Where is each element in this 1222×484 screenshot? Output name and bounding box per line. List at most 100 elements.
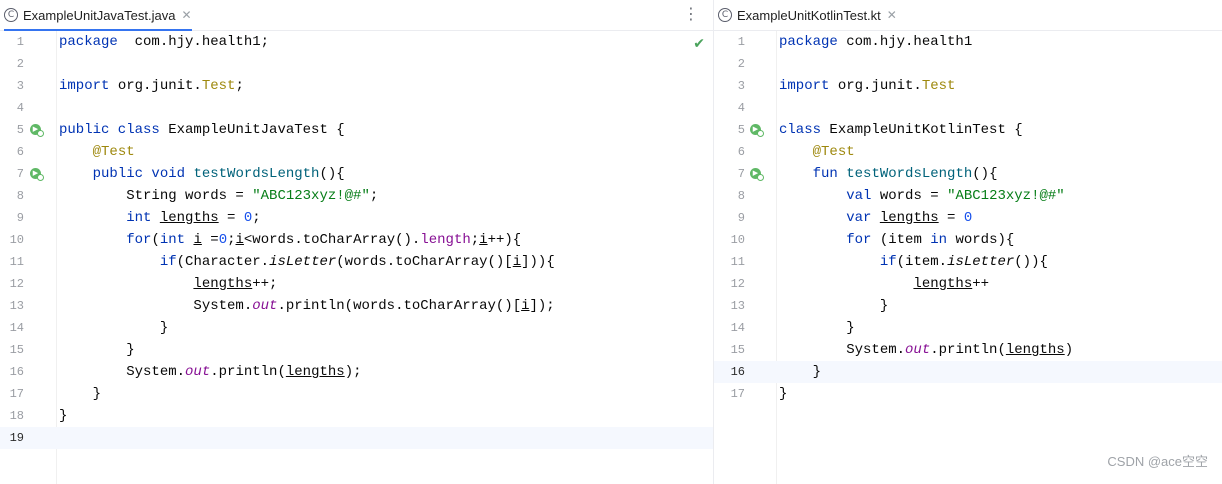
- line-number[interactable]: 4: [721, 97, 745, 119]
- code-line[interactable]: 7 ▶ fun testWordsLength(){: [714, 163, 1222, 185]
- code-text[interactable]: import org.junit.Test: [779, 75, 955, 97]
- code-text[interactable]: if(item.isLetter()){: [779, 251, 1048, 273]
- code-text[interactable]: }: [59, 383, 101, 405]
- code-line[interactable]: 5 ▶ class ExampleUnitKotlinTest {: [714, 119, 1222, 141]
- line-number[interactable]: 8: [721, 185, 745, 207]
- code-line[interactable]: 13 System.out.println(words.toCharArray(…: [0, 295, 713, 317]
- line-number[interactable]: 7: [0, 163, 24, 185]
- code-line[interactable]: 1 package com.hjy.health1: [714, 31, 1222, 53]
- code-line[interactable]: 6 @Test: [714, 141, 1222, 163]
- run-test-icon[interactable]: ▶: [750, 168, 764, 181]
- run-test-icon[interactable]: ▶: [30, 124, 44, 137]
- line-number[interactable]: 3: [721, 75, 745, 97]
- line-number[interactable]: 11: [721, 251, 745, 273]
- code-line[interactable]: 3 import org.junit.Test: [714, 75, 1222, 97]
- line-number[interactable]: 1: [0, 31, 24, 53]
- code-line[interactable]: 4: [0, 97, 713, 119]
- line-number[interactable]: 17: [0, 383, 24, 405]
- code-line[interactable]: 9 var lengths = 0: [714, 207, 1222, 229]
- code-line[interactable]: 15 }: [0, 339, 713, 361]
- code-text[interactable]: String words = "ABC123xyz!@#";: [59, 185, 378, 207]
- code-line[interactable]: 18}: [0, 405, 713, 427]
- code-line[interactable]: 3 import org.junit.Test;: [0, 75, 713, 97]
- code-line[interactable]: 15 System.out.println(lengths): [714, 339, 1222, 361]
- code-text[interactable]: for (item in words){: [779, 229, 1014, 251]
- code-text[interactable]: lengths++: [779, 273, 989, 295]
- code-text[interactable]: lengths++;: [59, 273, 277, 295]
- line-number[interactable]: 14: [0, 317, 24, 339]
- code-text[interactable]: }: [779, 361, 821, 383]
- line-number[interactable]: 18: [0, 405, 24, 427]
- code-text[interactable]: int lengths = 0;: [59, 207, 260, 229]
- line-number[interactable]: 8: [0, 185, 24, 207]
- code-text[interactable]: System.out.println(lengths);: [59, 361, 361, 383]
- code-line[interactable]: 2: [714, 53, 1222, 75]
- code-text[interactable]: }: [779, 383, 787, 405]
- code-text[interactable]: fun testWordsLength(){: [779, 163, 998, 185]
- run-test-icon[interactable]: ▶: [750, 124, 764, 137]
- line-number[interactable]: 9: [721, 207, 745, 229]
- code-line[interactable]: 14 }: [0, 317, 713, 339]
- code-line[interactable]: 8 String words = "ABC123xyz!@#";: [0, 185, 713, 207]
- code-text[interactable]: public void testWordsLength(){: [59, 163, 345, 185]
- line-number[interactable]: 6: [721, 141, 745, 163]
- line-number[interactable]: 16: [0, 361, 24, 383]
- line-number[interactable]: 15: [0, 339, 24, 361]
- code-line[interactable]: 2: [0, 53, 713, 75]
- code-text[interactable]: System.out.println(words.toCharArray()[i…: [59, 295, 554, 317]
- code-line[interactable]: 14 }: [714, 317, 1222, 339]
- code-text[interactable]: package com.hjy.health1: [779, 31, 972, 53]
- code-line[interactable]: 6 @Test: [0, 141, 713, 163]
- line-number[interactable]: 2: [0, 53, 24, 75]
- line-number[interactable]: 5: [0, 119, 24, 141]
- line-number[interactable]: 9: [0, 207, 24, 229]
- line-number[interactable]: 16: [721, 361, 745, 383]
- code-line[interactable]: 9 int lengths = 0;: [0, 207, 713, 229]
- line-number[interactable]: 19: [0, 427, 24, 449]
- line-number[interactable]: 15: [721, 339, 745, 361]
- code-text[interactable]: }: [59, 339, 134, 361]
- code-line[interactable]: 13 }: [714, 295, 1222, 317]
- line-number[interactable]: 1: [721, 31, 745, 53]
- code-text[interactable]: package com.hjy.health1;: [59, 31, 269, 53]
- code-line[interactable]: 10 for (item in words){: [714, 229, 1222, 251]
- code-text[interactable]: public class ExampleUnitJavaTest {: [59, 119, 345, 141]
- close-icon[interactable]: ✕: [887, 8, 897, 22]
- line-number[interactable]: 13: [0, 295, 24, 317]
- code-text[interactable]: var lengths = 0: [779, 207, 972, 229]
- line-number[interactable]: 12: [721, 273, 745, 295]
- line-number[interactable]: 2: [721, 53, 745, 75]
- code-text[interactable]: }: [779, 317, 854, 339]
- code-text[interactable]: }: [779, 295, 888, 317]
- line-number[interactable]: 13: [721, 295, 745, 317]
- code-line[interactable]: 11 if(item.isLetter()){: [714, 251, 1222, 273]
- code-area[interactable]: 1 package com.hjy.health1; 2 3 import org.ju…: [0, 31, 713, 484]
- line-number[interactable]: 10: [721, 229, 745, 251]
- code-line[interactable]: 4: [714, 97, 1222, 119]
- code-line[interactable]: 10 for(int i =0;i<words.toCharArray().le…: [0, 229, 713, 251]
- code-line[interactable]: 12 lengths++: [714, 273, 1222, 295]
- code-line[interactable]: 16 }: [714, 361, 1222, 383]
- tab-java-test[interactable]: C ExampleUnitJavaTest.java ✕: [4, 0, 192, 31]
- code-line[interactable]: 1 package com.hjy.health1;: [0, 31, 713, 53]
- code-line[interactable]: 7 ▶ public void testWordsLength(){: [0, 163, 713, 185]
- code-text[interactable]: @Test: [59, 141, 135, 163]
- code-line[interactable]: 11 if(Character.isLetter(words.toCharArr…: [0, 251, 713, 273]
- code-line[interactable]: 19: [0, 427, 713, 449]
- code-line[interactable]: 17}: [714, 383, 1222, 405]
- line-number[interactable]: 12: [0, 273, 24, 295]
- run-test-icon[interactable]: ▶: [30, 168, 44, 181]
- line-number[interactable]: 6: [0, 141, 24, 163]
- line-number[interactable]: 11: [0, 251, 24, 273]
- code-text[interactable]: for(int i =0;i<words.toCharArray().lengt…: [59, 229, 521, 251]
- tab-kotlin-test[interactable]: C ExampleUnitKotlinTest.kt ✕: [718, 0, 897, 30]
- line-number[interactable]: 5: [721, 119, 745, 141]
- line-number[interactable]: 17: [721, 383, 745, 405]
- code-line[interactable]: 16 System.out.println(lengths);: [0, 361, 713, 383]
- code-text[interactable]: class ExampleUnitKotlinTest {: [779, 119, 1023, 141]
- line-number[interactable]: 10: [0, 229, 24, 251]
- code-text[interactable]: System.out.println(lengths): [779, 339, 1073, 361]
- code-text[interactable]: if(Character.isLetter(words.toCharArray(…: [59, 251, 555, 273]
- code-area[interactable]: 1 package com.hjy.health1 2 3 import org.jun…: [714, 31, 1222, 484]
- code-text[interactable]: import org.junit.Test;: [59, 75, 244, 97]
